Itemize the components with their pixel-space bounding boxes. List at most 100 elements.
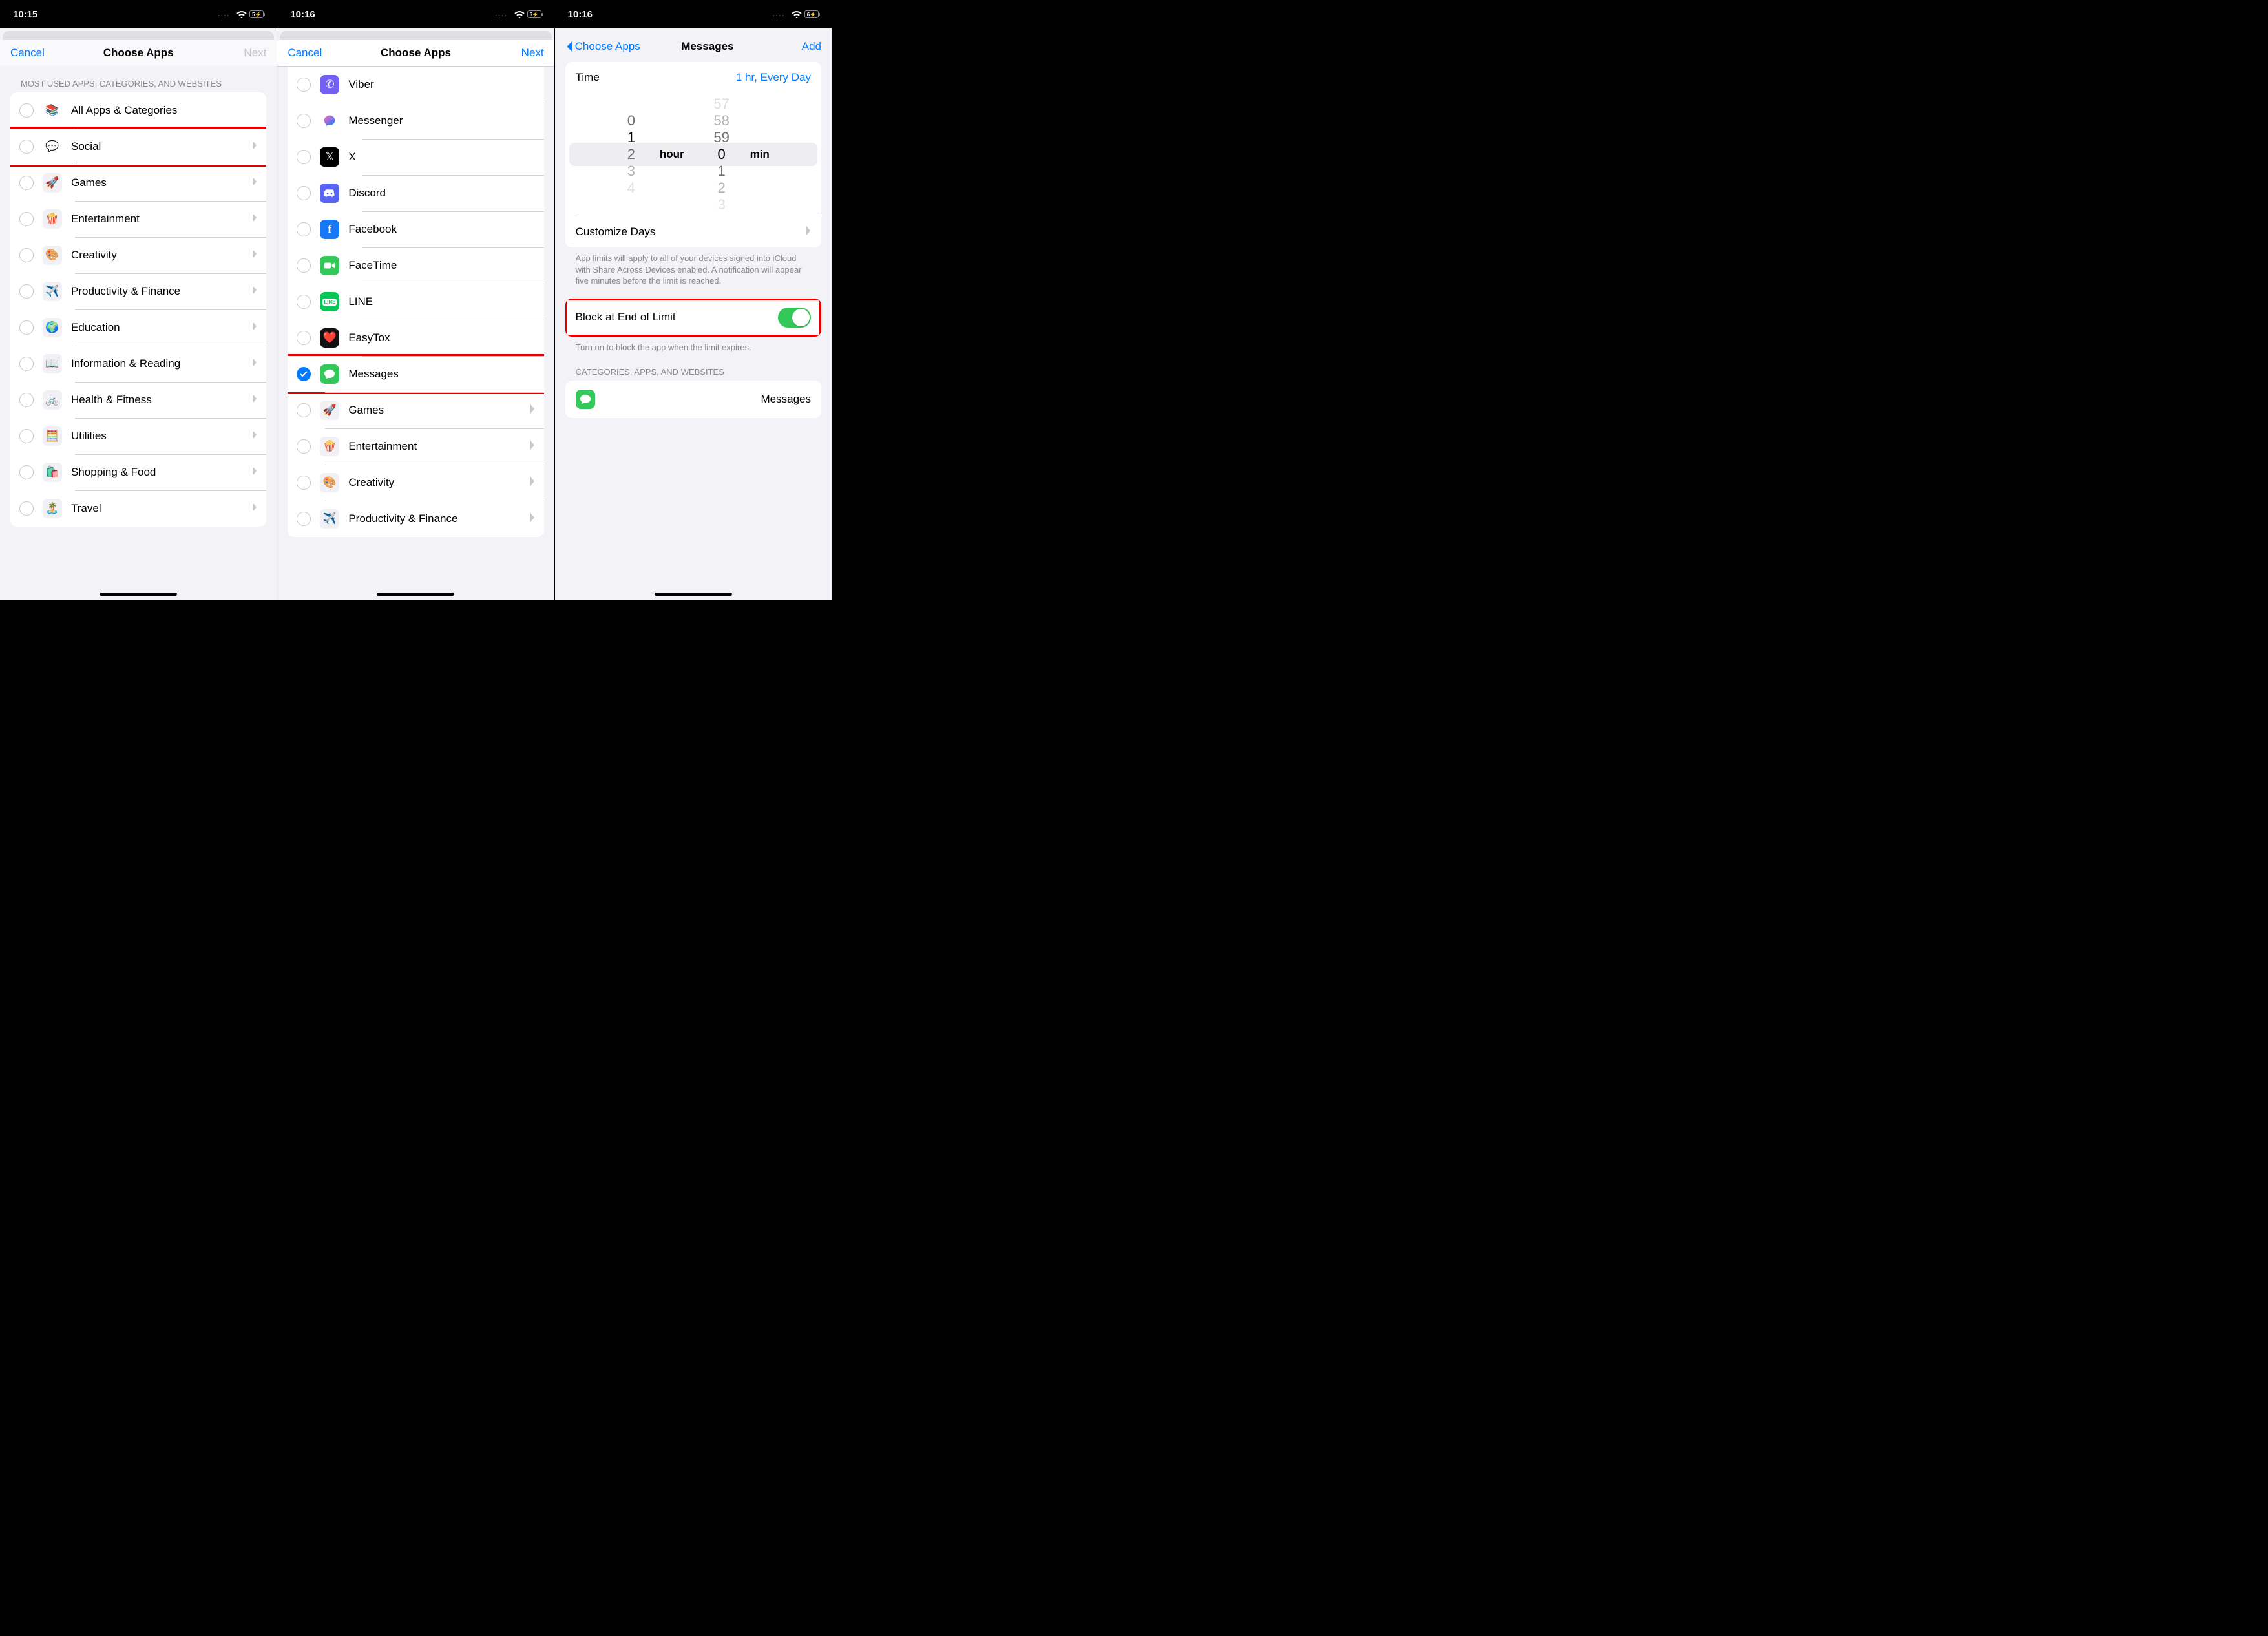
radio-icon[interactable]	[19, 393, 34, 407]
radio-icon[interactable]	[297, 222, 311, 236]
battery-icon: 6⚡	[804, 10, 819, 18]
nav-bar: Cancel Choose Apps Next	[277, 40, 554, 67]
next-button[interactable]: Next	[498, 47, 544, 59]
radio-icon[interactable]	[297, 439, 311, 454]
education-icon: 🌍	[43, 318, 62, 337]
row-creativity[interactable]: 🎨 Creativity	[288, 465, 543, 501]
min-unit: min	[750, 148, 770, 161]
chevron-right-icon	[252, 503, 257, 515]
chevron-right-icon	[530, 477, 535, 489]
row-all-apps[interactable]: 📚 All Apps & Categories	[10, 92, 266, 129]
row-line[interactable]: LINE LINE	[288, 284, 543, 320]
row-productivity[interactable]: ✈️ Productivity & Finance	[10, 273, 266, 309]
hour-picker[interactable]: 0 1 2 3 4	[605, 112, 657, 196]
radio-icon[interactable]	[19, 357, 34, 371]
row-label: Travel	[71, 502, 252, 515]
row-label: Shopping & Food	[71, 466, 252, 479]
row-messages[interactable]: Messages	[288, 356, 543, 392]
back-button[interactable]: Choose Apps	[565, 40, 640, 53]
radio-icon[interactable]	[19, 212, 34, 226]
row-easytox[interactable]: ❤️ EasyTox	[288, 320, 543, 356]
radio-icon[interactable]	[19, 320, 34, 335]
row-label: Creativity	[348, 476, 529, 489]
page-title: Choose Apps	[381, 47, 451, 59]
row-information[interactable]: 📖 Information & Reading	[10, 346, 266, 382]
row-entertainment[interactable]: 🍿 Entertainment	[10, 201, 266, 237]
block-label: Block at End of Limit	[576, 311, 676, 324]
utilities-icon: 🧮	[43, 426, 62, 446]
radio-icon[interactable]	[19, 465, 34, 479]
home-indicator[interactable]	[655, 593, 732, 596]
row-games[interactable]: 🚀 Games	[288, 392, 543, 428]
row-label: Utilities	[71, 430, 252, 443]
nav-bar: Choose Apps Messages Add	[555, 35, 832, 62]
radio-icon[interactable]	[19, 248, 34, 262]
radio-icon[interactable]	[297, 150, 311, 164]
row-education[interactable]: 🌍 Education	[10, 309, 266, 346]
next-button[interactable]: Next	[220, 47, 266, 59]
radio-icon[interactable]	[297, 186, 311, 200]
time-row[interactable]: Time 1 hr, Every Day	[565, 62, 821, 93]
minute-picker[interactable]: 57 58 59 0 1 2 3	[696, 96, 748, 213]
row-entertainment[interactable]: 🍿 Entertainment	[288, 428, 543, 465]
radio-icon[interactable]	[19, 284, 34, 299]
wifi-icon	[236, 10, 247, 20]
page-title: Messages	[681, 40, 733, 53]
radio-icon[interactable]	[297, 258, 311, 273]
row-creativity[interactable]: 🎨 Creativity	[10, 237, 266, 273]
row-health[interactable]: 🚲 Health & Fitness	[10, 382, 266, 418]
row-label: Games	[71, 176, 252, 189]
radio-icon[interactable]	[297, 331, 311, 345]
radio-icon[interactable]	[19, 176, 34, 190]
row-discord[interactable]: Discord	[288, 175, 543, 211]
radio-icon[interactable]	[19, 103, 34, 118]
messages-icon	[320, 364, 339, 384]
customize-days-row[interactable]: Customize Days	[565, 216, 821, 247]
radio-icon[interactable]	[297, 78, 311, 92]
block-at-end-row[interactable]: Block at End of Limit	[565, 299, 821, 337]
home-indicator[interactable]	[377, 593, 454, 596]
chevron-right-icon	[530, 404, 535, 417]
row-viber[interactable]: ✆ Viber	[288, 67, 543, 103]
x-icon: 𝕏	[320, 147, 339, 167]
radio-icon[interactable]	[19, 140, 34, 154]
radio-icon[interactable]	[19, 429, 34, 443]
cellular-dots-icon: ....	[773, 11, 785, 18]
travel-icon: 🏝️	[43, 499, 62, 518]
radio-checked-icon[interactable]	[297, 367, 311, 381]
block-switch[interactable]	[778, 308, 811, 328]
row-facebook[interactable]: f Facebook	[288, 211, 543, 247]
row-games[interactable]: 🚀 Games	[10, 165, 266, 201]
row-facetime[interactable]: FaceTime	[288, 247, 543, 284]
wifi-icon	[792, 10, 802, 20]
cancel-button[interactable]: Cancel	[288, 47, 334, 59]
row-messenger[interactable]: Messenger	[288, 103, 543, 139]
chevron-right-icon	[252, 141, 257, 153]
row-label: Productivity & Finance	[348, 512, 529, 525]
home-indicator[interactable]	[100, 593, 177, 596]
add-button[interactable]: Add	[775, 40, 821, 53]
cancel-button[interactable]: Cancel	[10, 47, 57, 59]
row-label: Games	[348, 404, 529, 417]
row-label: All Apps & Categories	[71, 104, 257, 117]
radio-icon[interactable]	[297, 476, 311, 490]
radio-icon[interactable]	[19, 501, 34, 516]
row-productivity[interactable]: ✈️ Productivity & Finance	[288, 501, 543, 537]
chevron-right-icon	[252, 177, 257, 189]
row-x[interactable]: 𝕏 X	[288, 139, 543, 175]
row-label: Discord	[348, 187, 534, 200]
row-travel[interactable]: 🏝️ Travel	[10, 490, 266, 527]
discord-icon	[320, 184, 339, 203]
section-header: MOST USED APPS, CATEGORIES, AND WEBSITES	[0, 66, 277, 92]
radio-icon[interactable]	[297, 295, 311, 309]
app-messages-row[interactable]: Messages	[565, 381, 821, 418]
facetime-icon	[320, 256, 339, 275]
time-picker[interactable]: 0 1 2 3 4 hour 57 58 59 0 1 2 3 min	[565, 93, 821, 216]
customize-label: Customize Days	[576, 225, 656, 238]
row-shopping[interactable]: 🛍️ Shopping & Food	[10, 454, 266, 490]
radio-icon[interactable]	[297, 114, 311, 128]
row-utilities[interactable]: 🧮 Utilities	[10, 418, 266, 454]
radio-icon[interactable]	[297, 403, 311, 417]
radio-icon[interactable]	[297, 512, 311, 526]
row-social[interactable]: 💬 Social	[10, 129, 266, 165]
